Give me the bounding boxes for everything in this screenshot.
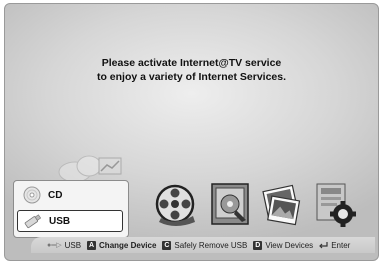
- help-view-devices[interactable]: D View Devices: [253, 240, 314, 250]
- device-item-usb-label: USB: [49, 215, 71, 227]
- help-change-device-label: Change Device: [99, 240, 157, 250]
- key-d: D: [253, 240, 263, 250]
- usb-connector-icon: ●═▷: [47, 242, 62, 249]
- key-c: C: [162, 240, 172, 250]
- device-item-cd-label: CD: [48, 189, 63, 201]
- help-usb-label: USB: [64, 240, 82, 250]
- device-menu: CD USB: [13, 180, 129, 238]
- help-enter-label: Enter: [331, 240, 351, 250]
- usb-drive-icon: [21, 212, 45, 230]
- key-a: A: [87, 240, 97, 250]
- film-reel-icon[interactable]: [155, 178, 199, 228]
- help-enter[interactable]: Enter: [319, 241, 350, 250]
- device-item-cd[interactable]: CD: [17, 184, 123, 206]
- photo-album-icon[interactable]: [208, 178, 252, 228]
- help-safely-remove[interactable]: C Safely Remove USB: [162, 240, 248, 250]
- help-safely-remove-label: Safely Remove USB: [174, 240, 248, 250]
- settings-gear-icon[interactable]: [313, 178, 357, 228]
- screen: Please activate Internet@TV service to e…: [4, 3, 379, 261]
- message-line-2: to enjoy a variety of Internet Services.: [96, 71, 287, 83]
- disc-icon: [20, 186, 44, 204]
- photos-icon[interactable]: [260, 178, 304, 228]
- enter-icon: [319, 241, 328, 248]
- help-view-devices-label: View Devices: [265, 240, 314, 250]
- device-item-usb[interactable]: USB: [17, 210, 123, 232]
- activation-message: Please activate Internet@TV service to e…: [5, 56, 378, 84]
- help-change-device[interactable]: A Change Device: [87, 240, 157, 250]
- help-bar: ●═▷ USB A Change Device C Safely Remove …: [31, 237, 375, 253]
- help-usb: ●═▷ USB: [47, 241, 81, 250]
- message-line-1: Please activate Internet@TV service: [101, 57, 282, 69]
